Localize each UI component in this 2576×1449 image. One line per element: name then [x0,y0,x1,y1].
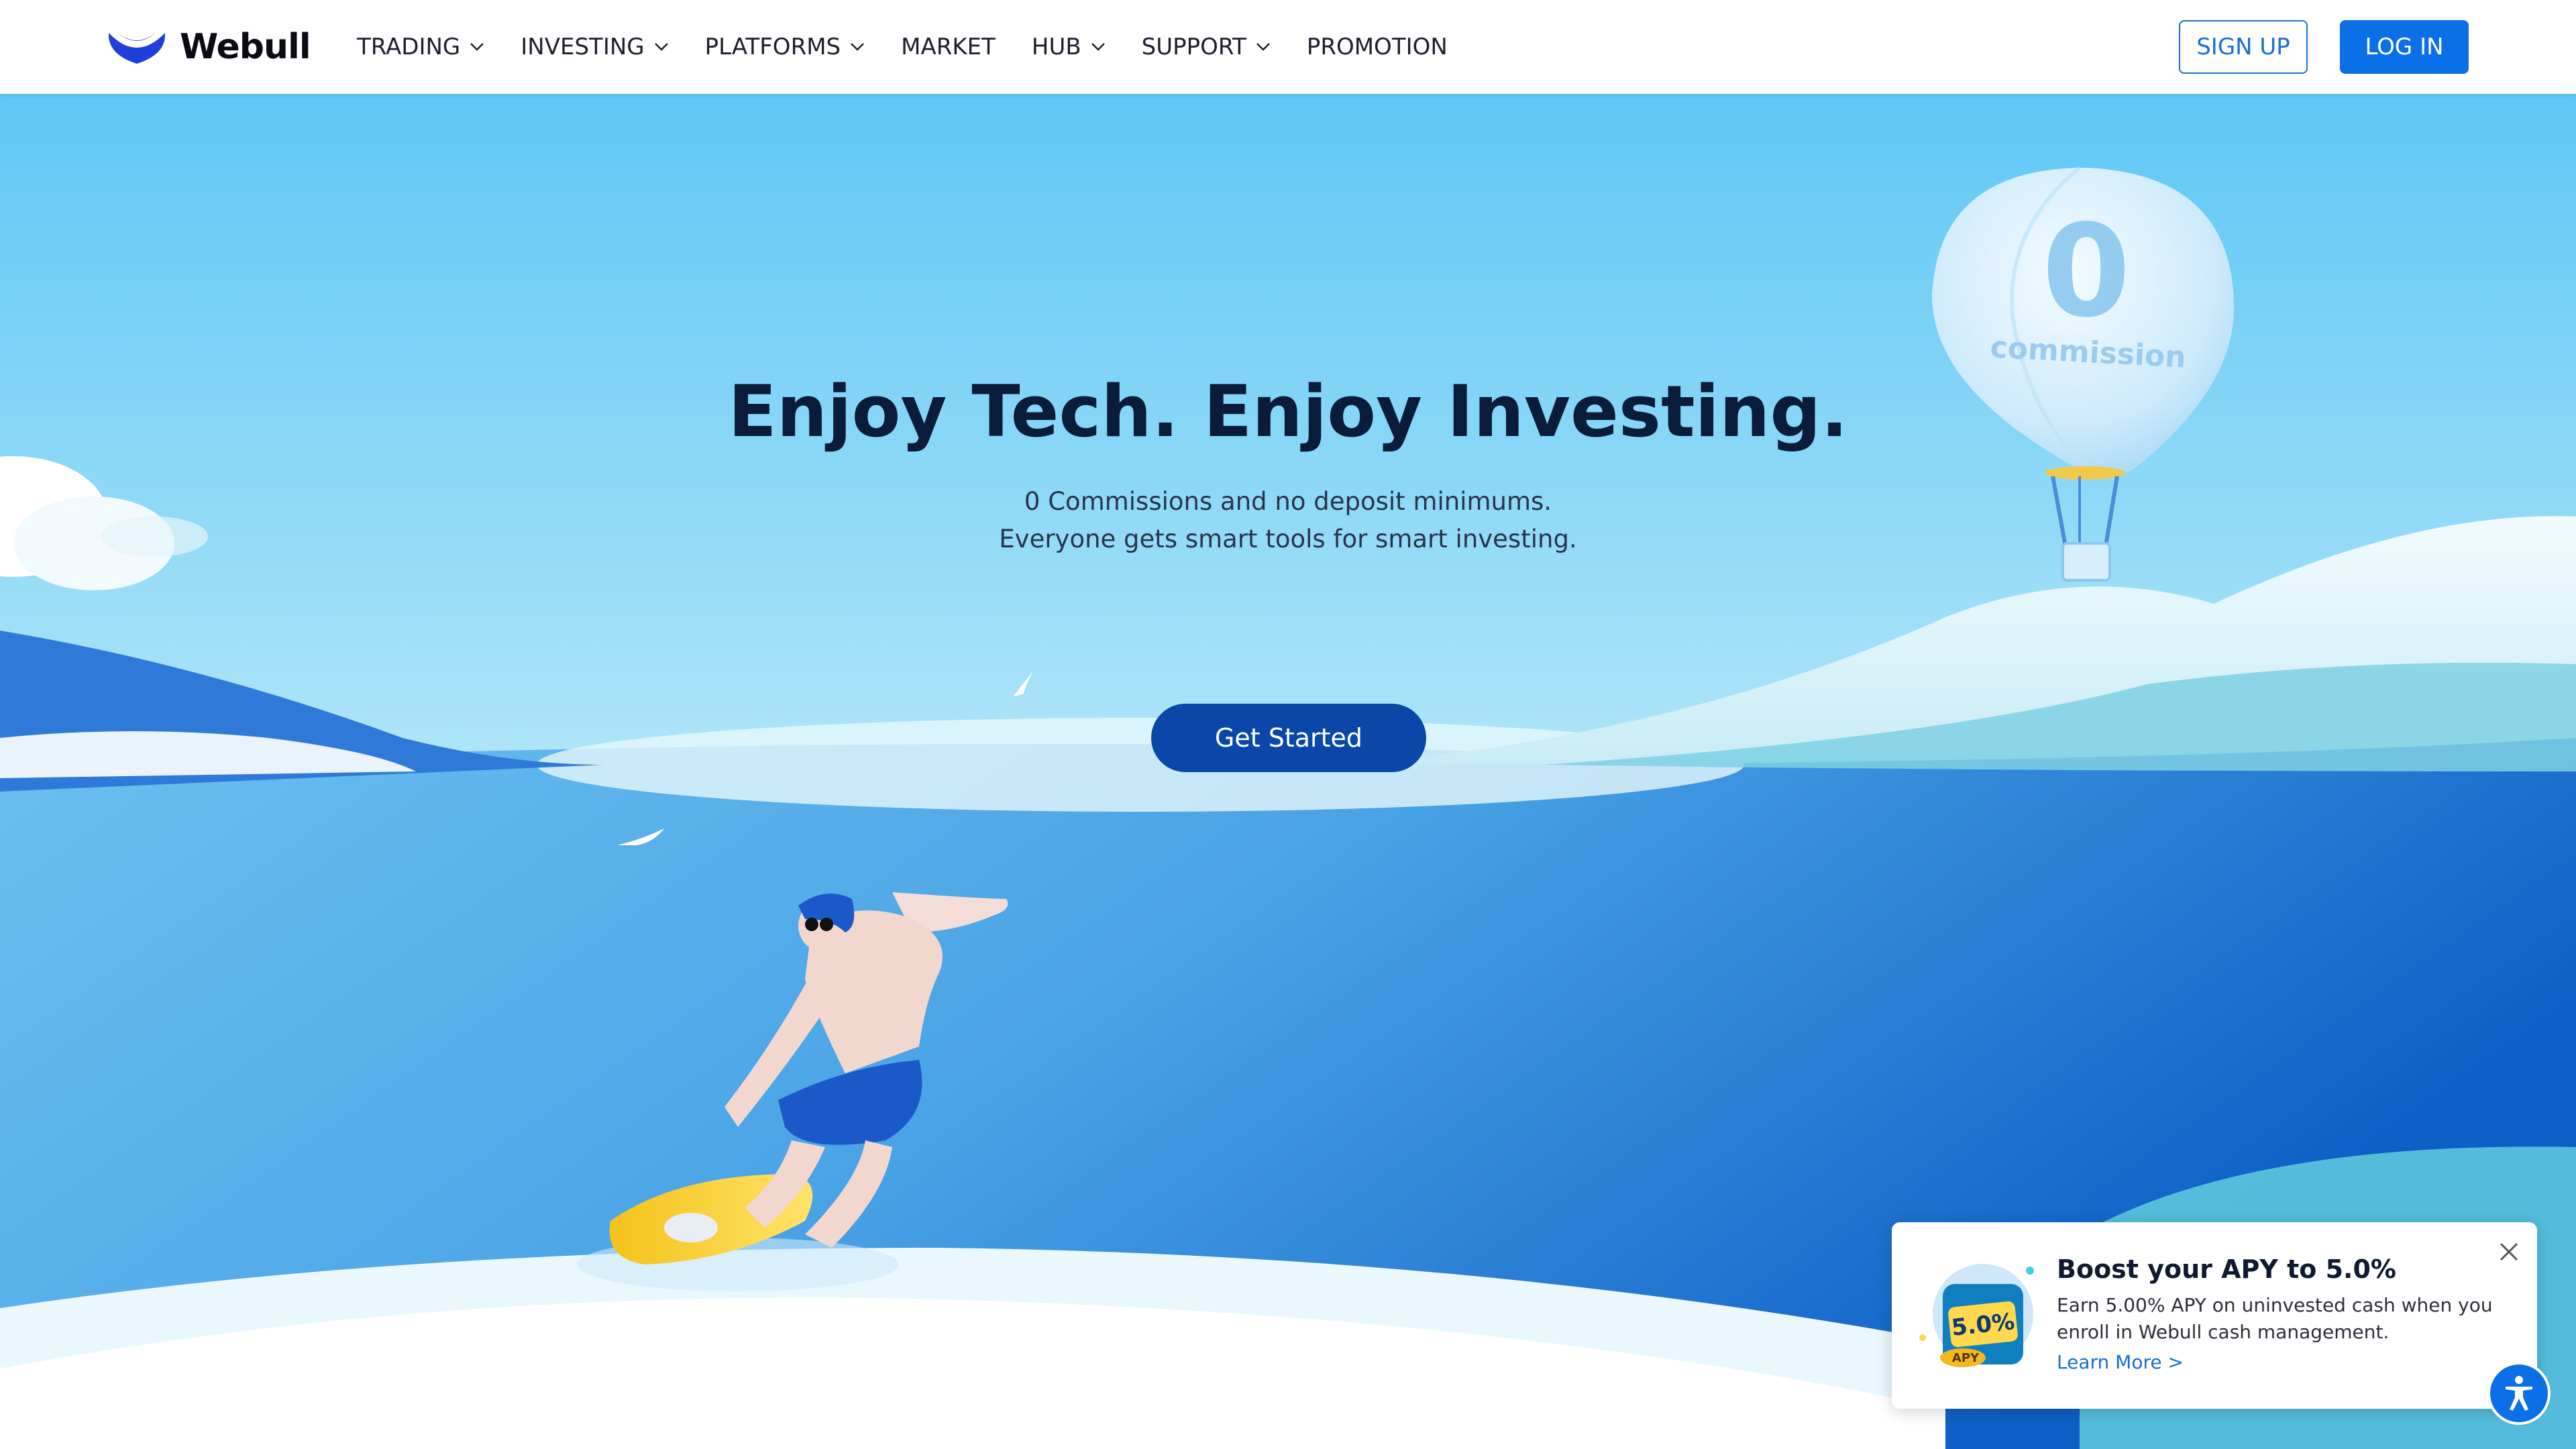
nav-item-label: INVESTING [521,34,645,60]
hero-title: Enjoy Tech. Enjoy Investing. [728,370,1848,453]
accessibility-icon [2506,1376,2532,1411]
apy-badge-image: 5.0% APY [1919,1264,2034,1367]
webull-logo[interactable]: Webull [106,24,311,70]
hero-subtitle-line-1: 0 Commissions and no deposit minimums. [1024,487,1552,516]
chevron-down-icon [1091,43,1105,51]
nav-item-investing[interactable]: INVESTING [521,34,668,60]
nav-item-market[interactable]: MARKET [901,34,996,60]
apy-promo-popup: 5.0% APY Boost your APY to 5.0% Earn 5.0… [1892,1222,2537,1409]
accessibility-button[interactable] [2487,1362,2551,1425]
nav-item-promotion[interactable]: PROMOTION [1307,34,1448,60]
close-icon[interactable] [2496,1238,2522,1265]
log-in-button[interactable]: LOG IN [2340,20,2469,74]
popup-title: Boost your APY to 5.0% [2057,1254,2396,1284]
nav-item-support[interactable]: SUPPORT [1142,34,1271,60]
sign-up-button[interactable]: SIGN UP [2179,20,2308,74]
nav-item-label: PROMOTION [1306,34,1448,60]
nav-item-label: TRADING [357,34,461,60]
main-menu: TRADING INVESTING PLATFORMS MARKET HUB S… [357,30,1484,64]
nav-item-platforms[interactable]: PLATFORMS [705,34,865,60]
bird [1013,671,1033,696]
nav-item-trading[interactable]: TRADING [357,34,484,60]
chevron-down-icon [470,43,484,51]
chevron-down-icon [1256,43,1270,51]
nav-item-label: PLATFORMS [704,34,841,60]
chevron-down-icon [851,43,865,51]
hero-subtitle-line-2: Everyone gets smart tools for smart inve… [999,525,1577,553]
chevron-down-icon [654,43,668,51]
nav-item-hub[interactable]: HUB [1032,34,1106,60]
learn-more-link[interactable]: Learn More > [2057,1351,2184,1373]
brand-name: Webull [180,27,311,67]
nav-item-label: SUPPORT [1141,34,1246,60]
apy-badge-label: APY [1952,1351,1980,1365]
webull-logo-icon [108,33,166,64]
balloon-number: 0 [2042,197,2131,345]
top-nav: Webull TRADING INVESTING PLATFORMS MARKE… [0,0,2576,94]
popup-body: Earn 5.00% APY on uninvested cash when y… [2057,1294,2493,1343]
get-started-button[interactable]: Get Started [1151,704,1426,772]
nav-item-label: HUB [1031,34,1081,60]
hero-subtitle: 0 Commissions and no deposit minimums. E… [0,483,2576,558]
nav-item-label: MARKET [901,34,996,60]
